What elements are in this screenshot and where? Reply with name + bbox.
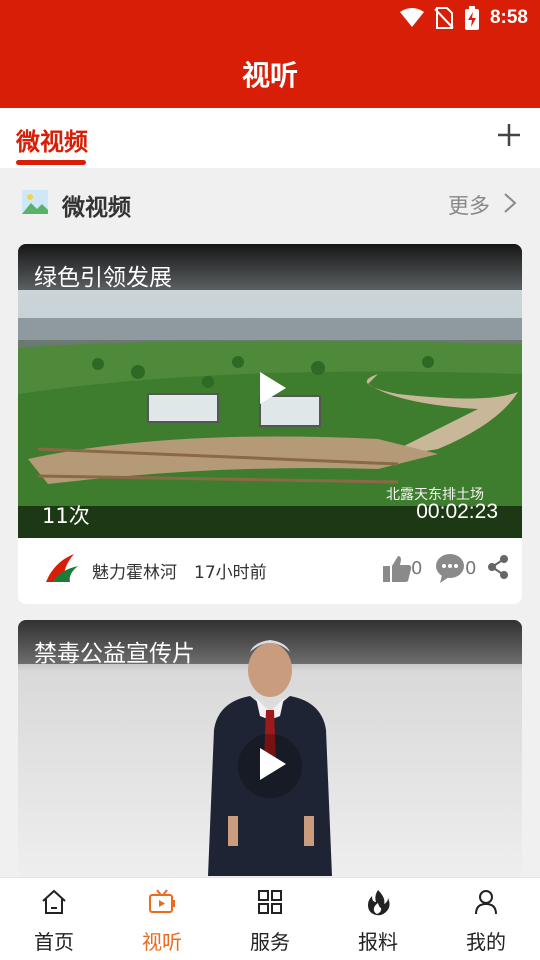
image-icon [22, 190, 48, 214]
source-logo [46, 554, 78, 582]
battery-charging-icon [464, 6, 479, 30]
section-header: 微视频 更多 [0, 168, 540, 238]
app-header: 视听 [0, 36, 540, 108]
nav-home[interactable]: 首页 [0, 878, 108, 960]
section-title: 微视频 [62, 195, 131, 221]
page-title: 视听 [241, 59, 298, 92]
no-sim-icon [434, 7, 454, 29]
status-icons: 8:58 [399, 6, 528, 30]
bottom-nav: 首页 视听 服务 报料 我的 [0, 877, 540, 960]
view-count: 11次 [42, 504, 90, 528]
nav-report[interactable]: 报料 [324, 878, 432, 960]
flame-icon [368, 890, 390, 916]
home-icon [42, 889, 66, 914]
chevron-right-icon[interactable] [502, 192, 518, 214]
nav-profile[interactable]: 我的 [432, 878, 540, 960]
video-card[interactable]: 绿色引领发展 北露天东排土场 11次 00:02:23 魅力霍林河 17小时前 … [18, 244, 522, 604]
publish-time: 17小时前 [194, 563, 267, 583]
user-icon [475, 890, 497, 915]
status-bar: 8:58 [0, 0, 540, 36]
video-duration: 00:02:23 [416, 500, 498, 523]
more-link[interactable]: 更多 [448, 190, 490, 220]
nav-label: 视听 [142, 930, 182, 954]
tab-indicator [16, 160, 86, 165]
like-count: 0 [411, 558, 423, 579]
nav-label: 报料 [358, 930, 398, 954]
channel-tabs: 微视频 [0, 108, 540, 168]
play-icon[interactable] [240, 358, 300, 418]
video-title[interactable]: 禁毒公益宣传片 [34, 634, 195, 668]
nav-label: 我的 [466, 930, 506, 954]
share-icon[interactable] [486, 554, 510, 580]
play-icon[interactable] [240, 734, 300, 794]
video-thumbnail[interactable]: 禁毒公益宣传片 [18, 620, 522, 876]
tab-micro-video[interactable]: 微视频 [16, 122, 88, 157]
nav-services[interactable]: 服务 [216, 878, 324, 960]
nav-label: 首页 [34, 930, 74, 954]
comment-count: 0 [465, 558, 477, 579]
add-channel-icon[interactable] [494, 120, 524, 150]
nav-label: 服务 [250, 930, 290, 954]
comment-icon[interactable] [434, 552, 466, 584]
video-card[interactable]: 禁毒公益宣传片 [18, 620, 522, 876]
card-meta: 魅力霍林河 17小时前 0 0 [18, 538, 522, 604]
grid-icon [258, 890, 282, 914]
status-time: 8:58 [489, 7, 528, 28]
wifi-icon [399, 8, 424, 27]
video-thumbnail[interactable]: 绿色引领发展 北露天东排土场 11次 00:02:23 [18, 244, 522, 538]
video-title[interactable]: 绿色引领发展 [34, 258, 172, 292]
nav-audio-video[interactable]: 视听 [108, 878, 216, 960]
source-name[interactable]: 魅力霍林河 [92, 558, 177, 583]
thumbs-up-icon[interactable] [382, 554, 412, 584]
tv-icon [149, 889, 175, 913]
